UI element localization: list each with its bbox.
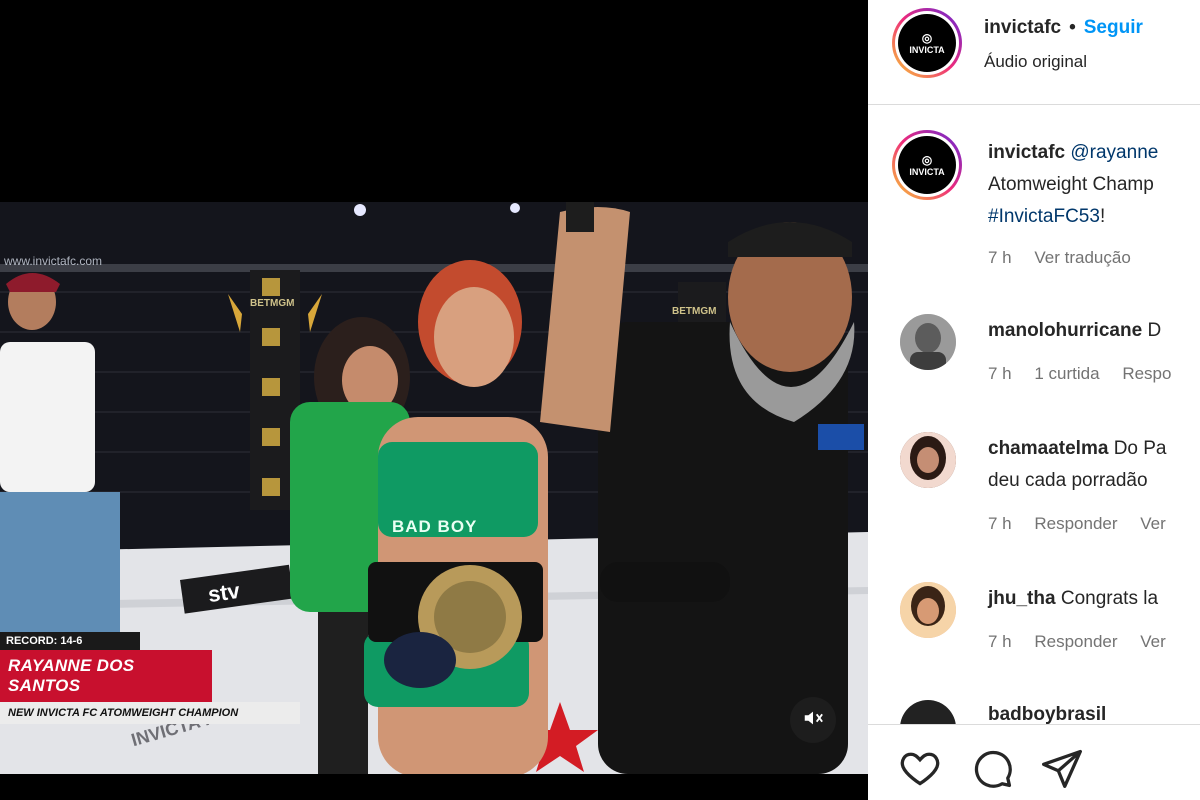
heart-icon[interactable]: [898, 746, 942, 790]
comment-time: 7 h: [988, 632, 1012, 651]
comment-text-row: manolohurricane D: [988, 320, 1161, 342]
comment-text-row: badboybrasil: [988, 704, 1106, 726]
comment-text-row: chamaatelma Do Pa: [988, 438, 1167, 460]
watermark: www.invictafc.com: [4, 254, 103, 268]
invicta-logo-icon: ◎ INVICTA: [898, 14, 956, 72]
comment-meta: 7 h Responder Ver: [988, 514, 1184, 534]
follow-button[interactable]: Seguir: [1084, 17, 1143, 38]
caption-username[interactable]: invictafc: [988, 142, 1065, 163]
fighter-record: RECORD: 14-6: [0, 632, 140, 650]
comment-text-row: jhu_tha Congrats la: [988, 588, 1158, 610]
audio-label[interactable]: Áudio original: [984, 52, 1087, 72]
reply-button[interactable]: Responder: [1034, 514, 1117, 533]
lower-third: RECORD: 14-6 RAYANNE DOS SANTOS NEW INVI…: [0, 632, 300, 724]
comment-avatar[interactable]: [900, 582, 956, 638]
comment-icon[interactable]: [970, 746, 1014, 790]
comment-username[interactable]: badboybrasil: [988, 704, 1106, 725]
comment-avatar[interactable]: [900, 432, 956, 488]
reply-button[interactable]: Respo: [1122, 364, 1171, 383]
caption-hashtag[interactable]: #InvictaFC53: [988, 206, 1100, 227]
comment-time: 7 h: [988, 364, 1012, 383]
comment-avatar[interactable]: [900, 314, 956, 370]
fighter-name: RAYANNE DOS SANTOS: [0, 650, 212, 702]
arena-sponsor-logo-2: BETMGM: [672, 306, 717, 317]
comment-meta: 7 h Responder Ver: [988, 632, 1184, 652]
reply-button[interactable]: Responder: [1034, 632, 1117, 651]
comment-likes[interactable]: 1 curtida: [1034, 364, 1099, 383]
action-bar: [868, 724, 1200, 800]
caption-line-3: #InvictaFC53!: [988, 206, 1106, 227]
comment-meta: 7 h 1 curtida Respo: [988, 364, 1189, 384]
video-player[interactable]: www.invictafc.com BETMGM BETMGM BAD BOY …: [0, 0, 868, 800]
caption-meta: 7 h Ver tradução: [988, 248, 1149, 268]
caption-avatar[interactable]: ◎ INVICTA: [892, 130, 962, 200]
comment-text: Congrats la: [1060, 588, 1159, 609]
mute-button[interactable]: [790, 697, 836, 743]
view-replies-button[interactable]: Ver: [1140, 514, 1166, 533]
header-avatar[interactable]: ◎ INVICTA: [892, 8, 962, 78]
caption-line-1: invictafc @rayanne: [988, 142, 1158, 164]
caption-time: 7 h: [988, 248, 1012, 267]
arena-sponsor-logo: BETMGM: [250, 298, 295, 309]
header-separator: •: [1069, 17, 1076, 38]
header-divider: [868, 104, 1200, 105]
comment-time: 7 h: [988, 514, 1012, 533]
post-sidebar: ◎ INVICTA invictafc • Seguir Áudio origina…: [868, 0, 1200, 800]
shorts-text: BAD BOY: [392, 517, 478, 536]
fighter-title: NEW INVICTA FC ATOMWEIGHT CHAMPION: [0, 702, 300, 724]
header-username-row: invictafc • Seguir: [984, 17, 1143, 39]
caption-mention[interactable]: @rayanne: [1070, 142, 1158, 163]
header-username[interactable]: invictafc: [984, 17, 1061, 38]
translate-button[interactable]: Ver tradução: [1034, 248, 1130, 267]
comment-username[interactable]: chamaatelma: [988, 438, 1108, 459]
view-replies-button[interactable]: Ver: [1140, 632, 1166, 651]
speaker-muted-icon: [802, 707, 824, 734]
send-icon[interactable]: [1040, 746, 1084, 790]
comment-username[interactable]: jhu_tha: [988, 588, 1056, 609]
invicta-logo-icon: ◎ INVICTA: [898, 136, 956, 194]
comment-text-line-2: deu cada porradão: [988, 470, 1148, 491]
comment-text: D: [1147, 320, 1162, 341]
mat-logo: stv: [206, 577, 242, 608]
video-frame[interactable]: www.invictafc.com BETMGM BETMGM BAD BOY …: [0, 202, 868, 774]
caption-line-2: Atomweight Champ: [988, 174, 1154, 195]
comment-text: Do Pa: [1113, 438, 1167, 459]
action-divider: [868, 724, 1200, 725]
comment-username[interactable]: manolohurricane: [988, 320, 1142, 341]
